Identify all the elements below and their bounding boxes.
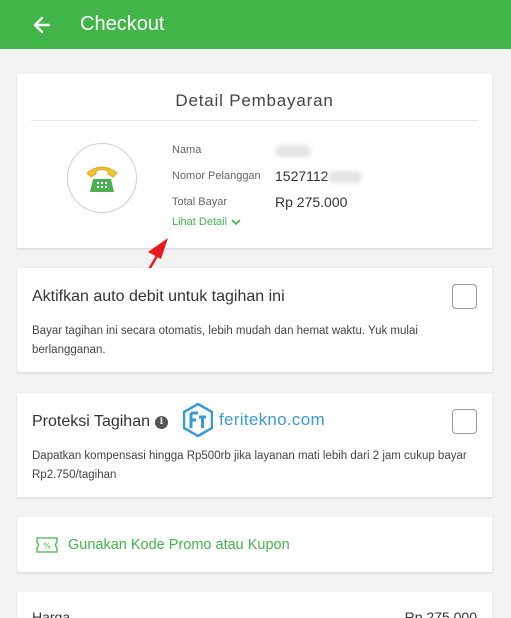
row-label: Nomor Pelanggan	[172, 170, 261, 182]
watermark-text: feritekno.com	[219, 410, 325, 429]
row-label: Nama	[172, 144, 202, 156]
arrow-left-icon	[33, 16, 51, 33]
chevron-down-icon	[231, 218, 241, 225]
see-detail-label: Lihat Detail	[172, 216, 228, 228]
price-label: Harga	[32, 609, 71, 618]
row-nomor-pelanggan: Nomor Pelanggan 1527112	[172, 163, 363, 189]
autodebit-title: Aktifkan auto debit untuk tagihan ini	[32, 288, 285, 305]
row-total-bayar: Total Bayar Rp 275.000	[172, 189, 362, 215]
svg-text:%: %	[43, 541, 51, 550]
promo-button[interactable]: % Gunakan Kode Promo atau Kupon	[17, 517, 492, 572]
divider	[31, 120, 478, 121]
price-card: Harga Rp 275.000	[17, 592, 492, 618]
payment-detail-title: Detail Pembayaran	[175, 91, 334, 110]
row-label: Total Bayar	[172, 196, 228, 208]
autodebit-card: Aktifkan auto debit untuk tagihan ini Ba…	[17, 268, 492, 372]
watermark: feritekno.com	[183, 403, 325, 437]
app-header: Checkout	[0, 0, 511, 49]
row-value: 1527112	[275, 168, 363, 184]
customer-number: 1527112	[275, 168, 329, 184]
row-value	[275, 142, 311, 158]
bill-protection-title: Proteksi Tagihan	[32, 413, 150, 430]
price-value: Rp 275.000	[404, 609, 477, 618]
telephone-icon	[86, 166, 118, 192]
redacted-value	[275, 145, 311, 158]
bill-protection-description: Dapatkan kompensasi hingga Rp500rb jika …	[32, 450, 467, 481]
payment-detail-rows: Nama Nomor Pelanggan 1527112 Total Bayar…	[172, 137, 363, 215]
autodebit-checkbox[interactable]	[452, 284, 477, 309]
bill-protection-checkbox[interactable]	[452, 409, 477, 434]
row-nama: Nama	[172, 137, 362, 163]
see-detail-link[interactable]: Lihat Detail	[172, 216, 241, 228]
promo-label: Gunakan Kode Promo atau Kupon	[68, 536, 290, 553]
redacted-value	[328, 171, 363, 184]
row-value: Rp 275.000	[275, 194, 348, 210]
coupon-icon: %	[36, 536, 58, 553]
watermark-logo-icon	[183, 403, 213, 437]
payment-detail-card: Detail Pembayaran Nama Nomor Pelanggan 1…	[17, 74, 492, 248]
info-icon[interactable]: i	[155, 415, 168, 429]
back-button[interactable]	[24, 7, 60, 43]
bill-protection-card: Proteksi Tagihan i feritekno.com Dapatkan…	[17, 393, 492, 497]
service-icon-badge	[67, 143, 137, 213]
page-title: Checkout	[80, 13, 165, 35]
bill-protection-title-row: Proteksi Tagihan i	[32, 413, 168, 431]
autodebit-description: Bayar tagihan ini secara otomatis, lebih…	[32, 325, 418, 356]
